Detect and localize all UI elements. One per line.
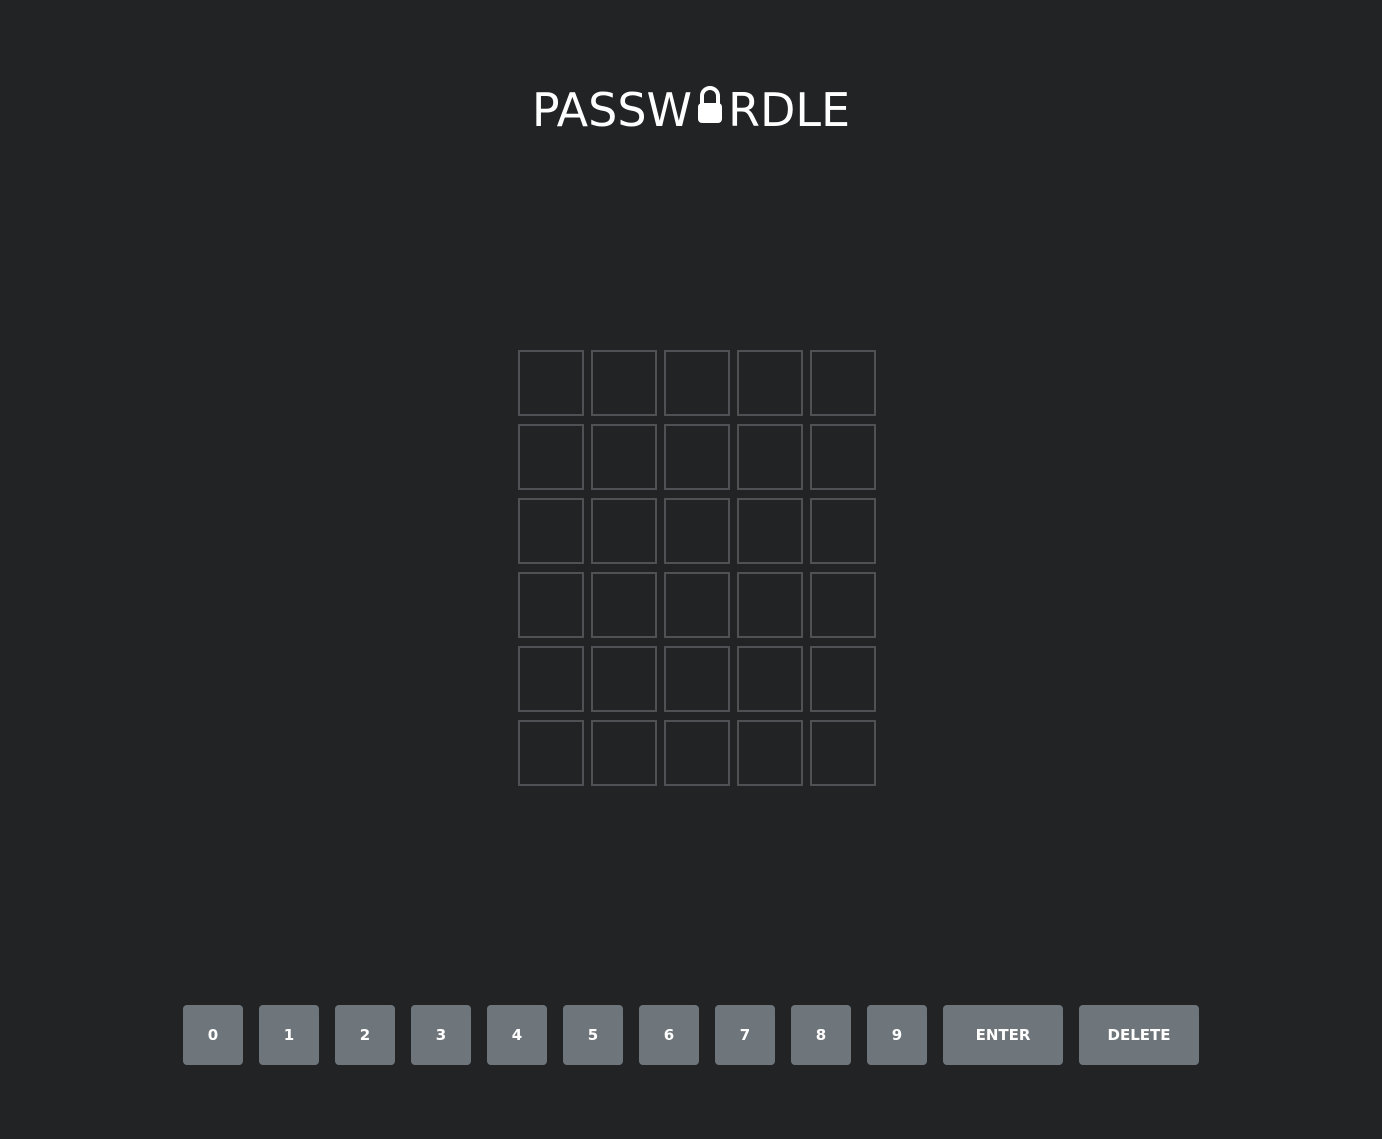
key-0[interactable]: 0 <box>183 1005 243 1065</box>
board-tile <box>518 720 584 786</box>
board-tile <box>518 498 584 564</box>
key-7[interactable]: 7 <box>715 1005 775 1065</box>
board-tile <box>518 646 584 712</box>
board-tile <box>737 350 803 416</box>
board-tile <box>518 350 584 416</box>
board-tile <box>737 572 803 638</box>
board-tile <box>810 572 876 638</box>
board-tile <box>664 498 730 564</box>
board-tile <box>664 424 730 490</box>
guess-board <box>518 350 876 786</box>
game-title: PASSW RDLE <box>0 80 1382 140</box>
key-2[interactable]: 2 <box>335 1005 395 1065</box>
key-5[interactable]: 5 <box>563 1005 623 1065</box>
key-1[interactable]: 1 <box>259 1005 319 1065</box>
board-tile <box>518 424 584 490</box>
board-tile <box>591 350 657 416</box>
board-tile <box>664 350 730 416</box>
key-8[interactable]: 8 <box>791 1005 851 1065</box>
key-4[interactable]: 4 <box>487 1005 547 1065</box>
board-tile <box>518 572 584 638</box>
enter-button[interactable]: ENTER <box>943 1005 1063 1065</box>
lock-icon <box>695 82 725 130</box>
board-tile <box>591 498 657 564</box>
board-tile <box>737 720 803 786</box>
board-tile <box>810 646 876 712</box>
on-screen-keyboard: 0 1 2 3 4 5 6 7 8 9 ENTER DELETE <box>183 1005 1199 1065</box>
board-tile <box>591 720 657 786</box>
board-tile <box>664 720 730 786</box>
board-tile <box>737 498 803 564</box>
board-tile <box>737 424 803 490</box>
board-tile <box>591 424 657 490</box>
board-tile <box>591 572 657 638</box>
title-text-right: RDLE <box>728 83 851 137</box>
board-tile <box>664 572 730 638</box>
board-tile <box>810 498 876 564</box>
board-tile <box>810 424 876 490</box>
key-9[interactable]: 9 <box>867 1005 927 1065</box>
board-tile <box>591 646 657 712</box>
key-6[interactable]: 6 <box>639 1005 699 1065</box>
board-tile <box>664 646 730 712</box>
title-text-left: PASSW <box>531 83 693 137</box>
board-tile <box>810 350 876 416</box>
delete-button[interactable]: DELETE <box>1079 1005 1199 1065</box>
board-tile <box>810 720 876 786</box>
board-tile <box>737 646 803 712</box>
key-3[interactable]: 3 <box>411 1005 471 1065</box>
